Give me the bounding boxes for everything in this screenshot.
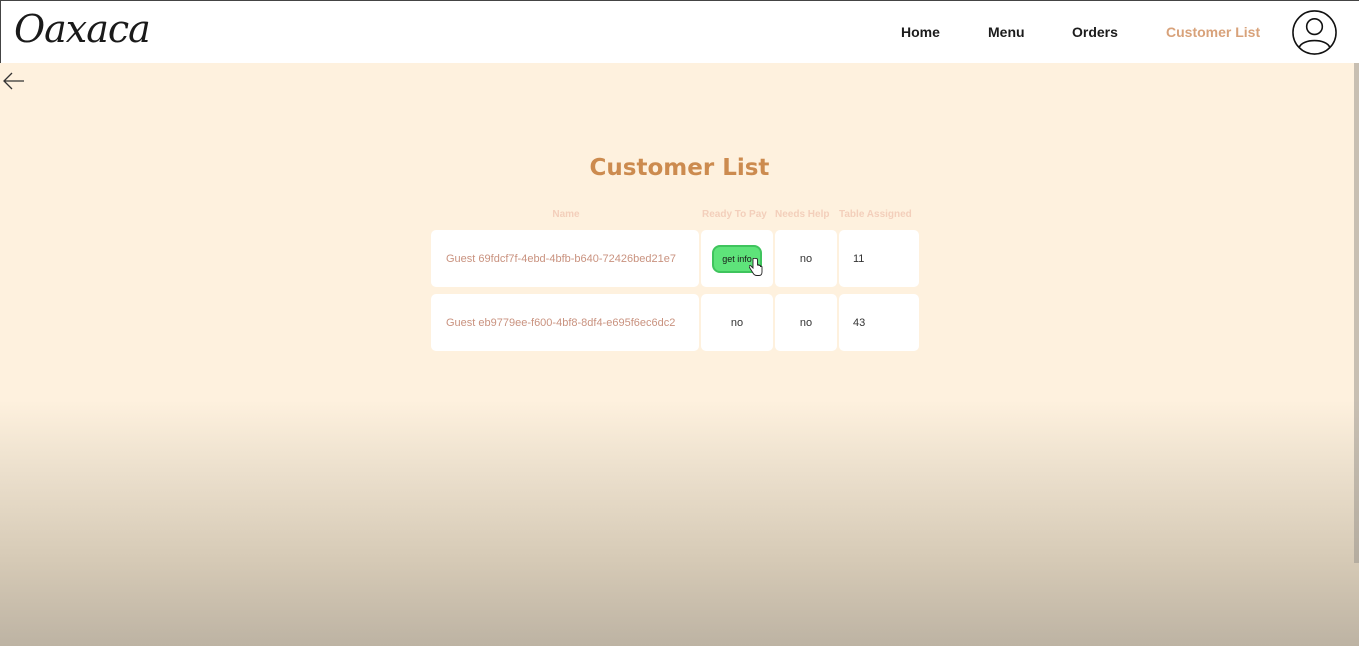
column-header-ready-to-pay: Ready To Pay [702,209,767,220]
column-header-needs-help: Needs Help [775,209,830,220]
brand-logo[interactable]: Oaxaca [14,7,151,51]
hand-cursor-icon [749,258,763,276]
page-title: Customer List [589,155,770,181]
nav-orders[interactable]: Orders [1072,24,1118,40]
ready-to-pay-value: no [701,294,773,351]
customer-name: Guest eb9779ee-f600-4bf8-8df4-e695f6ec6d… [431,294,699,351]
needs-help-value: no [775,230,837,287]
nav-menu[interactable]: Menu [988,24,1025,40]
nav-home[interactable]: Home [901,24,940,40]
user-avatar-icon[interactable] [1291,9,1338,56]
scrollbar[interactable] [1354,63,1359,563]
nav-customer-list[interactable]: Customer List [1166,24,1260,40]
customer-name: Guest 69fdcf7f-4ebd-4bfb-b640-72426bed21… [431,230,699,287]
column-header-table-assigned: Table Assigned [839,209,912,220]
needs-help-value: no [775,294,837,351]
navbar: Oaxaca Home Menu Orders Customer List [0,0,1359,63]
arrow-left-icon[interactable] [2,70,26,92]
column-header-name: Name [552,209,580,220]
table-assigned-value: 11 [839,230,919,287]
table-assigned-value: 43 [839,294,919,351]
